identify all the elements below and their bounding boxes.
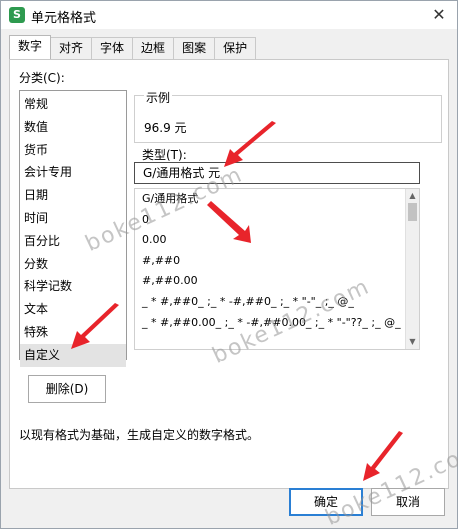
format-description: 以现有格式为基础，生成自定义的数字格式。	[19, 428, 260, 442]
tab-bar: 数字 对齐 字体 边框 图案 保护	[9, 35, 257, 59]
category-item-date[interactable]: 日期	[20, 184, 126, 207]
close-icon[interactable]: ✕	[429, 5, 449, 25]
tab-pattern[interactable]: 图案	[173, 37, 216, 59]
ok-button[interactable]: 确定	[289, 488, 363, 516]
number-tab-panel: 分类(C): 常规 数值 货币 会计专用 日期 时间 百分比 分数 科学记数 文…	[9, 59, 449, 489]
scroll-thumb[interactable]	[408, 203, 417, 221]
category-item-accounting[interactable]: 会计专用	[20, 161, 126, 184]
scroll-up-icon[interactable]: ▲	[406, 189, 419, 203]
spreadsheet-app-icon: S	[9, 7, 25, 23]
category-item-time[interactable]: 时间	[20, 207, 126, 230]
category-item-general[interactable]: 常规	[20, 93, 126, 116]
cancel-button[interactable]: 取消	[371, 488, 445, 516]
sample-value: 96.9 元	[144, 121, 187, 135]
format-list-scrollbar[interactable]: ▲ ▼	[405, 189, 419, 349]
sample-box: 96.9 元	[134, 95, 442, 143]
category-item-number[interactable]: 数值	[20, 116, 126, 139]
category-list[interactable]: 常规 数值 货币 会计专用 日期 时间 百分比 分数 科学记数 文本 特殊 自定…	[19, 90, 127, 367]
format-item[interactable]: 0.00	[135, 230, 419, 251]
format-item[interactable]: #,##0.00	[135, 271, 419, 292]
tab-alignment[interactable]: 对齐	[50, 37, 93, 59]
category-item-scientific[interactable]: 科学记数	[20, 275, 126, 298]
category-item-custom[interactable]: 自定义	[20, 343, 126, 367]
type-input[interactable]: G/通用格式 元	[134, 162, 420, 184]
category-item-currency[interactable]: 货币	[20, 139, 126, 162]
category-item-percentage[interactable]: 百分比	[20, 230, 126, 253]
tab-font[interactable]: 字体	[91, 37, 134, 59]
category-item-special[interactable]: 特殊	[20, 321, 126, 344]
format-item[interactable]: G/通用格式	[135, 189, 419, 210]
category-item-fraction[interactable]: 分数	[20, 253, 126, 276]
tab-protection[interactable]: 保护	[214, 37, 257, 59]
sample-label: 示例	[144, 89, 173, 106]
format-code-list[interactable]: G/通用格式 0 0.00 #,##0 #,##0.00 _ * #,##0_ …	[134, 188, 420, 350]
delete-button[interactable]: 删除(D)	[28, 375, 106, 403]
dialog-content: 数字 对齐 字体 边框 图案 保护 分类(C): 常规 数值 货币 会计专用 日…	[1, 29, 457, 528]
tab-border[interactable]: 边框	[132, 37, 175, 59]
category-label: 分类(C):	[19, 71, 65, 85]
scroll-down-icon[interactable]: ▼	[406, 335, 419, 349]
format-item[interactable]: 0	[135, 210, 419, 231]
category-item-text[interactable]: 文本	[20, 298, 126, 321]
format-item[interactable]: _ * #,##0.00_ ;_ * -#,##0.00_ ;_ * "-"??…	[135, 313, 419, 334]
title-bar: S 单元格格式 ✕	[1, 1, 457, 29]
format-item[interactable]: #,##0	[135, 251, 419, 272]
format-cells-dialog: S 单元格格式 ✕ 数字 对齐 字体 边框 图案 保护 分类(C): 常规 数值…	[0, 0, 458, 529]
window-title: 单元格格式	[31, 11, 97, 26]
tab-number[interactable]: 数字	[9, 35, 52, 59]
type-label: 类型(T):	[142, 148, 187, 162]
format-item[interactable]: _ * #,##0_ ;_ * -#,##0_ ;_ * "-"_ ;_ @_	[135, 292, 419, 313]
